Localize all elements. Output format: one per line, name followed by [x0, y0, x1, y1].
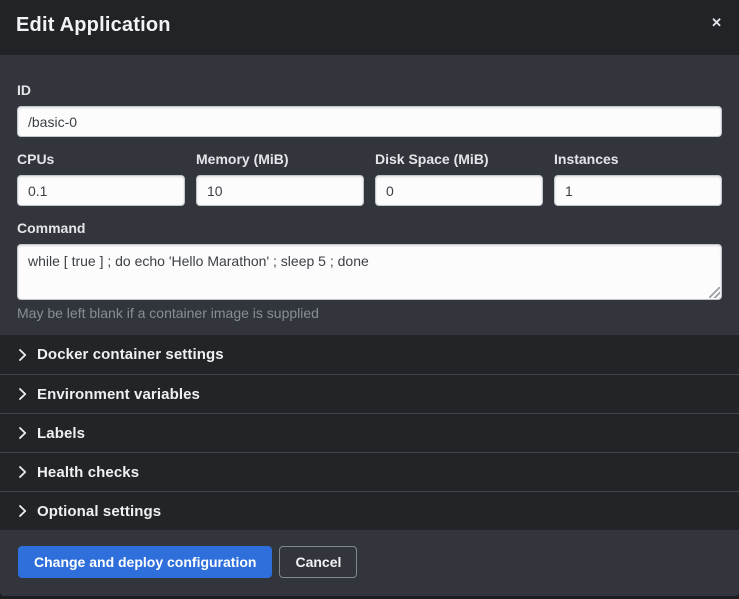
section-labels[interactable]: Labels: [0, 413, 739, 452]
section-label: Environment variables: [37, 386, 200, 403]
instances-label: Instances: [554, 152, 722, 167]
id-field-group: ID: [17, 83, 722, 137]
memory-label: Memory (MiB): [196, 152, 364, 167]
section-label: Docker container settings: [37, 346, 224, 363]
chevron-right-icon: [18, 427, 27, 439]
chevron-right-icon: [18, 505, 27, 517]
modal-header: Edit Application ✕: [0, 0, 739, 55]
command-help-text: May be left blank if a container image i…: [17, 305, 722, 321]
memory-input[interactable]: [196, 175, 364, 206]
edit-application-modal: Edit Application ✕ ID CPUs Memory (MiB) …: [0, 0, 739, 596]
section-health-checks[interactable]: Health checks: [0, 452, 739, 491]
modal-body: ID CPUs Memory (MiB) Disk Space (MiB) In…: [0, 55, 739, 335]
resources-row: CPUs Memory (MiB) Disk Space (MiB) Insta…: [17, 152, 722, 206]
resize-handle-icon[interactable]: [709, 287, 720, 298]
page-title: Edit Application: [16, 14, 171, 37]
command-field-group: Command while [ true ] ; do echo 'Hello …: [17, 221, 722, 321]
cpus-label: CPUs: [17, 152, 185, 167]
close-icon: ✕: [711, 15, 722, 30]
modal-footer: Change and deploy configuration Cancel: [0, 530, 739, 596]
chevron-right-icon: [18, 388, 27, 400]
chevron-right-icon: [18, 349, 27, 361]
close-button[interactable]: ✕: [707, 12, 726, 33]
cpus-field-group: CPUs: [17, 152, 185, 206]
section-environment-variables[interactable]: Environment variables: [0, 374, 739, 413]
memory-field-group: Memory (MiB): [196, 152, 364, 206]
disk-space-field-group: Disk Space (MiB): [375, 152, 543, 206]
instances-input[interactable]: [554, 175, 722, 206]
command-label: Command: [17, 221, 722, 236]
collapsible-sections: Docker container settings Environment va…: [0, 335, 739, 530]
cpus-input[interactable]: [17, 175, 185, 206]
section-label: Labels: [37, 425, 85, 442]
chevron-right-icon: [18, 466, 27, 478]
change-and-deploy-button[interactable]: Change and deploy configuration: [18, 546, 272, 578]
section-docker-container-settings[interactable]: Docker container settings: [0, 335, 739, 374]
instances-field-group: Instances: [554, 152, 722, 206]
section-optional-settings[interactable]: Optional settings: [0, 491, 739, 530]
cancel-button[interactable]: Cancel: [279, 546, 357, 578]
id-label: ID: [17, 83, 722, 98]
command-textarea-wrap: while [ true ] ; do echo 'Hello Marathon…: [17, 244, 722, 300]
disk-space-label: Disk Space (MiB): [375, 152, 543, 167]
section-label: Health checks: [37, 464, 139, 481]
id-input[interactable]: [17, 106, 722, 137]
command-textarea[interactable]: while [ true ] ; do echo 'Hello Marathon…: [17, 244, 722, 300]
disk-space-input[interactable]: [375, 175, 543, 206]
section-label: Optional settings: [37, 503, 161, 520]
